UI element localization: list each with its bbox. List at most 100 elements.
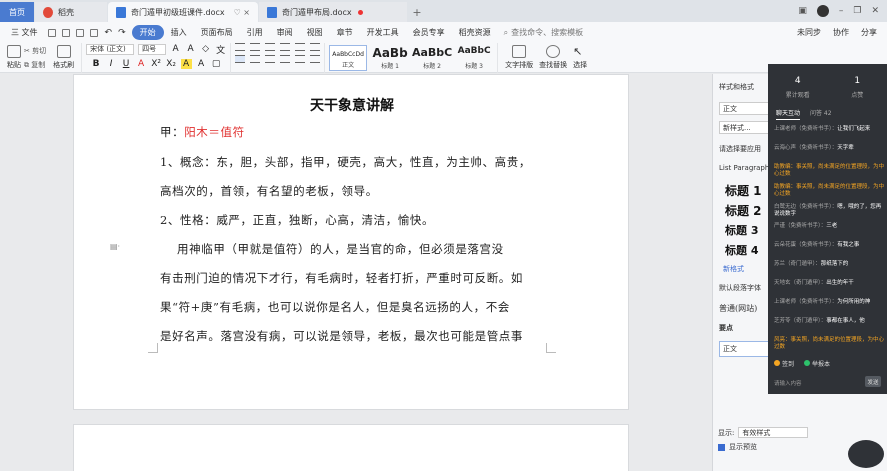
close-icon[interactable]: ✕: [871, 6, 879, 16]
align-center-icon[interactable]: [250, 54, 261, 63]
underline-button[interactable]: U: [121, 59, 132, 69]
show-select[interactable]: 有效样式: [738, 427, 809, 438]
bold-button[interactable]: B: [91, 59, 102, 69]
file-menu[interactable]: 三 文件: [4, 27, 45, 38]
chat-message-content: 三老: [826, 223, 838, 229]
body-style-link[interactable]: 新格式: [723, 264, 744, 274]
text-layout-button[interactable]: 文字排版: [505, 45, 533, 70]
preview-checkbox[interactable]: [718, 443, 725, 451]
tab-home[interactable]: 首页: [0, 2, 34, 22]
redo-icon[interactable]: ↷: [118, 28, 126, 38]
menu-sections[interactable]: 章节: [330, 27, 360, 38]
undo-icon[interactable]: ↶: [105, 28, 113, 38]
style-heading-3-preview: AaBbC: [457, 45, 491, 56]
style-heading-1[interactable]: AaBb 标题 1: [371, 45, 409, 71]
subscript-icon[interactable]: X₂: [166, 59, 177, 69]
highlight-icon[interactable]: A: [180, 58, 192, 69]
floating-assistant-icon[interactable]: [848, 440, 884, 468]
clear-format-icon[interactable]: ◇: [200, 44, 211, 54]
report-button[interactable]: 举报本: [804, 359, 830, 368]
line-spacing-icon[interactable]: [295, 54, 306, 63]
export-icon[interactable]: [61, 28, 70, 37]
style-heading-2[interactable]: AaBbC 标题 2: [412, 45, 452, 71]
minimize-icon[interactable]: –: [839, 6, 844, 16]
new-tab-button[interactable]: +: [408, 2, 426, 22]
align-right-icon[interactable]: [265, 54, 276, 63]
cut-button[interactable]: ✂ 剪切: [24, 46, 46, 56]
format-painter-button[interactable]: 格式刷: [53, 45, 74, 70]
style-heading-4-item[interactable]: 标题 4: [725, 242, 758, 258]
char-shading-icon[interactable]: A: [196, 59, 207, 69]
char-border-icon[interactable]: ▢: [211, 59, 222, 69]
style-heading-1-item[interactable]: 标题 1: [725, 182, 762, 199]
chat-tabs: 聊天互动 问答 42: [768, 108, 887, 120]
default-paragraph-font[interactable]: 默认段落字体: [719, 283, 761, 293]
style-heading-2-item[interactable]: 标题 2: [725, 202, 762, 219]
superscript-icon[interactable]: X²: [151, 59, 162, 69]
paste-button[interactable]: 粘贴: [7, 45, 21, 70]
checkin-button[interactable]: 签到: [774, 359, 794, 368]
style-heading-3[interactable]: AaBbC 标题 3: [455, 45, 493, 71]
menu-view[interactable]: 视图: [300, 27, 330, 38]
sort-icon[interactable]: [295, 42, 306, 51]
tab-other-document[interactable]: 奇门遁甲布局.docx: [259, 2, 407, 22]
collaborate-button[interactable]: 协作: [833, 27, 849, 38]
increase-indent-icon[interactable]: [280, 42, 291, 51]
live-chat-overlay: 4 累计观看 1 点赞 聊天互动 问答 42 上课老师（免费听书手）：让我们飞起…: [768, 64, 887, 394]
font-name-select[interactable]: 宋体 (正文): [86, 43, 135, 55]
font-size-select[interactable]: 四号: [138, 43, 167, 55]
chat-message-content: 事都在事人，他: [826, 318, 865, 324]
menu-docer-resources[interactable]: 稻壳资源: [452, 27, 498, 38]
copy-button[interactable]: ⧉ 复制: [24, 60, 46, 70]
print-icon[interactable]: [75, 28, 84, 37]
document-area[interactable]: 天干象意讲解 甲：阳木＝值符 1、概念：东，胆，头部，指甲，硬壳，高大，性直，为…: [0, 74, 712, 471]
menu-page-layout[interactable]: 页面布局: [194, 27, 240, 38]
font-color-icon[interactable]: A: [136, 59, 147, 69]
justify-icon[interactable]: [280, 54, 291, 63]
menu-start[interactable]: 开始: [131, 25, 164, 40]
show-marks-icon[interactable]: [310, 42, 321, 51]
preview-label: 显示预览: [729, 443, 757, 451]
tab-active-document[interactable]: 奇门遁甲初级班课件.docx ♡ ×: [108, 2, 258, 22]
style-main-point[interactable]: 要点: [719, 323, 733, 333]
italic-button[interactable]: I: [106, 59, 117, 69]
bullet-list-icon[interactable]: [235, 42, 246, 51]
share-button[interactable]: 分享: [861, 27, 877, 38]
shading-icon[interactable]: [310, 54, 321, 63]
decrease-indent-icon[interactable]: [265, 42, 276, 51]
paragraph-handle-icon[interactable]: ▤·: [110, 242, 120, 251]
find-replace-button[interactable]: 查找替换: [539, 45, 567, 70]
chat-message: 风亮：事关照，尚未满足的位置理段，为中心过数: [774, 337, 884, 351]
layout-icon[interactable]: ▣: [798, 6, 807, 16]
select-button[interactable]: ↖ 选择: [573, 45, 587, 70]
menu-review[interactable]: 审阅: [270, 27, 300, 38]
document-page-2[interactable]: [73, 424, 629, 471]
document-page[interactable]: 天干象意讲解 甲：阳木＝值符 1、概念：东，胆，头部，指甲，硬壳，高大，性直，为…: [73, 74, 629, 410]
numbered-list-icon[interactable]: [250, 42, 261, 51]
style-list-paragraph[interactable]: List Paragraph: [719, 164, 769, 172]
tab-docer[interactable]: 稻壳: [35, 2, 107, 22]
preview-icon[interactable]: [89, 28, 98, 37]
style-normal[interactable]: AaBbCcDd 正文: [329, 44, 368, 71]
style-heading-3-item[interactable]: 标题 3: [725, 222, 758, 238]
tab-qa[interactable]: 问答 42: [810, 108, 832, 120]
phonetic-icon[interactable]: 文: [215, 43, 226, 56]
styles-gallery: AaBbCcDd 正文 AaBb 标题 1 AaBbC 标题 2 AaBbC 标…: [325, 42, 499, 73]
restore-icon[interactable]: ❐: [853, 6, 861, 16]
align-left-icon[interactable]: [235, 54, 246, 63]
shrink-font-icon[interactable]: A: [185, 44, 196, 54]
sync-status[interactable]: 未同步: [797, 27, 821, 38]
save-icon[interactable]: [47, 28, 56, 37]
grow-font-icon[interactable]: A: [170, 44, 181, 54]
chat-input[interactable]: 请输入内容: [774, 379, 802, 387]
command-search[interactable]: ⌕ 查找命令、搜索模板: [504, 27, 583, 38]
menu-insert[interactable]: 插入: [164, 27, 194, 38]
send-button[interactable]: 发送: [865, 376, 881, 387]
style-normal-web[interactable]: 普通(网站): [719, 303, 757, 314]
tab-close-icon[interactable]: ♡ ×: [234, 8, 250, 17]
menu-developer[interactable]: 开发工具: [360, 27, 406, 38]
tab-chat[interactable]: 聊天互动: [776, 108, 801, 120]
menu-member[interactable]: 会员专享: [406, 27, 452, 38]
avatar[interactable]: [816, 5, 829, 17]
menu-references[interactable]: 引用: [240, 27, 270, 38]
